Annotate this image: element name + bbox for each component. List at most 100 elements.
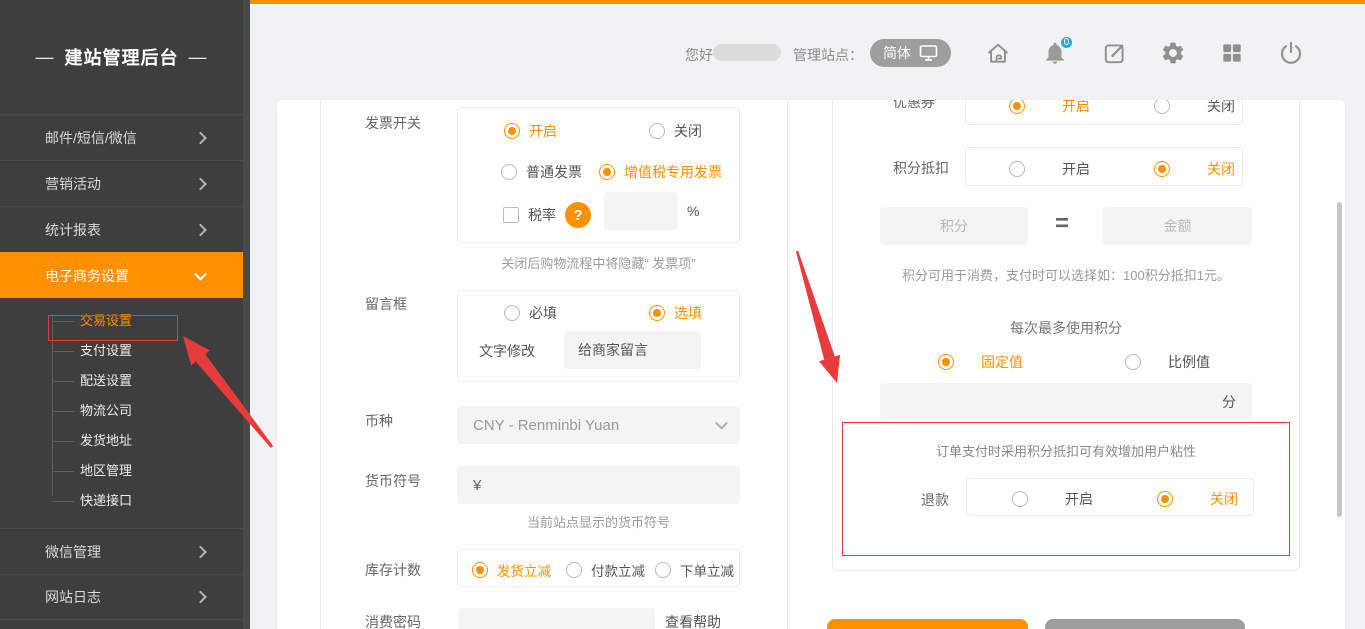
option-label: 开启 bbox=[529, 121, 557, 141]
radio-icon[interactable] bbox=[566, 562, 582, 578]
coupon-on-option[interactable]: 开启 bbox=[1009, 100, 1090, 116]
text-edit-label: 文字修改 bbox=[479, 341, 535, 361]
view-help-link[interactable]: 查看帮助 bbox=[665, 612, 721, 629]
chevron-right-icon bbox=[194, 591, 207, 604]
refund-on-option[interactable]: 开启 bbox=[1012, 489, 1093, 509]
radio-icon[interactable] bbox=[501, 164, 517, 180]
sidebar-item-ecommerce-settings[interactable]: 电子商务设置 bbox=[0, 252, 243, 298]
apps-button[interactable] bbox=[1219, 40, 1245, 66]
radio-selected-icon[interactable] bbox=[1154, 161, 1170, 177]
invoice-on-option[interactable]: 开启 bbox=[504, 121, 557, 141]
message-optional-option[interactable]: 选填 bbox=[649, 303, 702, 323]
invoice-off-option[interactable]: 关闭 bbox=[649, 121, 702, 141]
invoice-vat-option[interactable]: 增值税专用发票 bbox=[599, 162, 722, 182]
vertical-scrollbar[interactable] bbox=[1337, 202, 1342, 517]
fixed-value-option[interactable]: 固定值 bbox=[938, 352, 1023, 372]
radio-selected-icon[interactable] bbox=[504, 123, 520, 139]
tree-tick bbox=[52, 441, 74, 442]
consume-password-input[interactable] bbox=[458, 608, 655, 629]
submit-button[interactable] bbox=[827, 619, 1028, 629]
equals-sign: = bbox=[1042, 210, 1082, 238]
manage-site-label: 管理站点： bbox=[793, 45, 863, 65]
header: 您好 管理站点： 简体 0 bbox=[250, 0, 1365, 100]
submenu-item-shipping-address[interactable]: 发货地址 bbox=[0, 426, 243, 456]
message-box-label: 留言框 bbox=[365, 294, 407, 314]
message-required-option[interactable]: 必填 bbox=[504, 303, 557, 323]
username-redacted bbox=[713, 44, 781, 61]
notification-badge: 0 bbox=[1059, 35, 1074, 50]
option-label: 比例值 bbox=[1168, 352, 1210, 372]
option-label: 税率 bbox=[528, 205, 556, 225]
sidebar-item-site-logs[interactable]: 网站日志 bbox=[0, 574, 243, 620]
radio-icon[interactable] bbox=[1012, 491, 1028, 507]
radio-selected-icon[interactable] bbox=[1157, 491, 1173, 507]
radio-icon[interactable] bbox=[1125, 354, 1141, 370]
stock-pay-option[interactable]: 付款立减 bbox=[566, 560, 645, 580]
title-dash-left: — bbox=[36, 47, 55, 68]
input-value: 给商家留言 bbox=[578, 340, 648, 360]
submenu-item-logistics-company[interactable]: 物流公司 bbox=[0, 396, 243, 426]
radio-icon[interactable] bbox=[1154, 100, 1170, 114]
invoice-normal-option[interactable]: 普通发票 bbox=[501, 162, 582, 182]
home-icon bbox=[985, 40, 1011, 66]
cancel-button[interactable] bbox=[1045, 619, 1245, 629]
points-off-option[interactable]: 关闭 bbox=[1154, 159, 1235, 179]
amount-input[interactable]: 金额 bbox=[1103, 207, 1252, 245]
app-title: — 建站管理后台 — bbox=[0, 42, 243, 72]
sidebar-item-marketing[interactable]: 营销活动 bbox=[0, 160, 243, 206]
radio-icon[interactable] bbox=[504, 305, 520, 321]
currency-select[interactable]: CNY - Renminbi Yuan bbox=[457, 406, 740, 444]
radio-icon[interactable] bbox=[655, 562, 671, 578]
grid-icon bbox=[1219, 40, 1245, 66]
radio-selected-icon[interactable] bbox=[1009, 100, 1025, 114]
edit-button[interactable] bbox=[1102, 40, 1128, 66]
sidebar-item-mail-sms-wechat[interactable]: 邮件/短信/微信 bbox=[0, 114, 243, 160]
greeting-text: 您好 bbox=[685, 45, 713, 65]
tax-rate-option[interactable]: 税率 ? bbox=[503, 202, 591, 228]
refund-off-option[interactable]: 关闭 bbox=[1157, 489, 1238, 509]
submenu-item-express-interface[interactable]: 快递接口 bbox=[0, 486, 243, 516]
radio-selected-icon[interactable] bbox=[472, 562, 488, 578]
ratio-value-option[interactable]: 比例值 bbox=[1125, 352, 1210, 372]
sidebar-item-wechat-management[interactable]: 微信管理 bbox=[0, 528, 243, 574]
currency-symbol-input[interactable]: ¥ bbox=[457, 466, 740, 504]
submenu-item-label: 发货地址 bbox=[80, 426, 132, 456]
points-on-option[interactable]: 开启 bbox=[1009, 159, 1090, 179]
checkbox-icon[interactable] bbox=[503, 207, 519, 223]
points-input[interactable]: 积分 bbox=[880, 207, 1028, 245]
edit-icon bbox=[1102, 40, 1128, 66]
radio-icon[interactable] bbox=[649, 123, 665, 139]
option-label: 开启 bbox=[1065, 489, 1093, 509]
settings-button[interactable] bbox=[1160, 40, 1186, 66]
radio-selected-icon[interactable] bbox=[599, 164, 615, 180]
notifications-button[interactable]: 0 bbox=[1042, 40, 1068, 66]
help-question-icon[interactable]: ? bbox=[565, 202, 591, 228]
currency-symbol-label: 货币符号 bbox=[365, 471, 421, 491]
tax-rate-input[interactable] bbox=[604, 192, 678, 230]
points-deduct-box: 开启 关闭 bbox=[965, 147, 1243, 186]
option-label: 开启 bbox=[1062, 159, 1090, 179]
merchant-message-input[interactable]: 给商家留言 bbox=[564, 331, 701, 369]
home-button[interactable] bbox=[985, 40, 1011, 66]
consume-password-label: 消费密码 bbox=[365, 612, 421, 629]
stock-order-option[interactable]: 下单立减 bbox=[655, 560, 734, 580]
logout-button[interactable] bbox=[1278, 40, 1304, 66]
tree-tick bbox=[52, 351, 74, 352]
coupon-off-option[interactable]: 关闭 bbox=[1154, 100, 1235, 116]
radio-selected-icon[interactable] bbox=[938, 354, 954, 370]
submenu-item-delivery-settings[interactable]: 配送设置 bbox=[0, 366, 243, 396]
refund-options-box: 开启 关闭 bbox=[966, 478, 1254, 516]
max-points-input[interactable]: 分 bbox=[880, 383, 1252, 420]
radio-icon[interactable] bbox=[1009, 161, 1025, 177]
radio-selected-icon[interactable] bbox=[649, 305, 665, 321]
sidebar-item-statistics[interactable]: 统计报表 bbox=[0, 206, 243, 252]
submenu-item-region-management[interactable]: 地区管理 bbox=[0, 456, 243, 486]
stock-ship-option[interactable]: 发货立减 bbox=[472, 560, 551, 580]
submenu-item-label: 地区管理 bbox=[80, 456, 132, 486]
chevron-down-icon bbox=[194, 267, 207, 280]
submenu-item-label: 快递接口 bbox=[80, 486, 132, 516]
language-site-button[interactable]: 简体 bbox=[870, 39, 951, 67]
stock-count-label: 库存计数 bbox=[365, 560, 421, 580]
option-label: 关闭 bbox=[1210, 489, 1238, 509]
coupon-options-box: 开启 关闭 bbox=[965, 100, 1243, 125]
